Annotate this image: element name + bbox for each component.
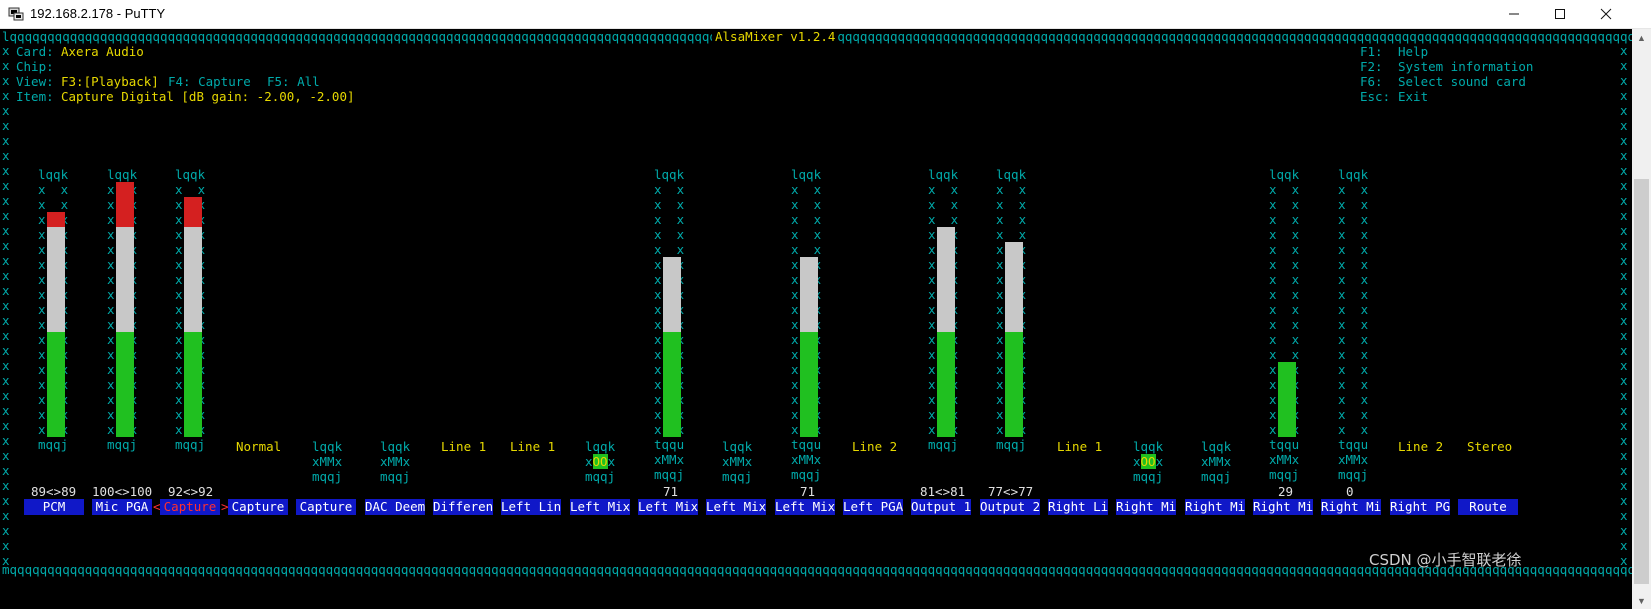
output-1-bar-green[interactable]	[937, 332, 955, 437]
output-1-value: 81<>81	[920, 484, 966, 499]
help-action-f2: System information	[1398, 59, 1534, 74]
channel-label-right-mi-1[interactable]: Right Mi	[1116, 499, 1176, 515]
help-key-f6: F6:	[1360, 74, 1383, 89]
mic-pga-bar-white	[116, 227, 134, 332]
capture-value: 92<>92	[168, 484, 214, 499]
left-mix-2-bar-green[interactable]	[800, 332, 818, 437]
terminal-screen[interactable]: lqqqqqqqqqqqqqqqqqqqqqqqqqqqqqqqqqqqqqqq…	[0, 29, 1632, 609]
output-2-bar-white	[1005, 242, 1023, 332]
item-label: Item:	[16, 89, 54, 104]
chip-label: Chip:	[16, 59, 54, 74]
view-playback[interactable]: F3:[Playback]	[61, 74, 159, 89]
right-li-enum-value[interactable]: Line 1	[1057, 439, 1102, 454]
channel-label-capture-enum[interactable]: Capture	[228, 499, 288, 515]
channel-label-pcm[interactable]: PCM	[24, 499, 84, 515]
putty-icon	[8, 7, 24, 21]
mic-pga-bar-red	[116, 182, 134, 227]
channel-label-left-pga[interactable]: Left PGA	[843, 499, 903, 515]
view-all[interactable]: F5: All	[267, 74, 320, 89]
channel-label-right-pg[interactable]: Right PG	[1390, 499, 1450, 515]
right-mi-oo-switch[interactable]: lqqk xOOx mqqj	[1133, 439, 1163, 484]
right-border: x x x x x x x x x x x x x x x x x x x x …	[1620, 43, 1628, 568]
mic-pga-bar-green[interactable]	[116, 332, 134, 437]
channel-label-output-1[interactable]: Output 1	[911, 499, 971, 515]
left-mix-1-bar-white	[663, 257, 681, 332]
left-mix-oo-switch[interactable]: lqqk xOOx mqqj	[585, 439, 615, 484]
channel-label-dac-deem[interactable]: DAC Deem	[365, 499, 425, 515]
mixer-title: AlsaMixer v1.2.4	[712, 29, 839, 44]
item-value: Capture Digital [dB gain: -2.00, -2.00]	[61, 89, 355, 104]
output-1-bar-white	[937, 227, 955, 332]
capture-bar-white	[184, 227, 202, 332]
card-value: Axera Audio	[61, 44, 144, 59]
right-pg-enum-value[interactable]: Line 2	[1398, 439, 1443, 454]
card-label: Card:	[16, 44, 54, 59]
capture-bar-green[interactable]	[184, 332, 202, 437]
help-key-esc: Esc:	[1360, 89, 1391, 104]
capture-switch[interactable]: lqqk xMMx mqqj	[312, 439, 342, 484]
left-mix-1-bar-green[interactable]	[663, 332, 681, 437]
left-mix-2-value: 71	[800, 484, 816, 499]
left-lin-enum-value[interactable]: Line 1	[510, 439, 555, 454]
view-label: View:	[16, 74, 54, 89]
left-pga-enum-value[interactable]: Line 2	[852, 439, 897, 454]
output-2-bar-green[interactable]	[1005, 332, 1023, 437]
pcm-bar-white	[47, 227, 65, 332]
vertical-scrollbar[interactable]: ▲ ▼	[1632, 29, 1651, 609]
capture-enum-value[interactable]: Normal	[236, 439, 281, 454]
left-mix-1-value: 71	[663, 484, 679, 499]
maximize-icon[interactable]	[1537, 0, 1583, 28]
scroll-down-icon[interactable]: ▼	[1632, 592, 1651, 609]
channel-label-right-mi-2[interactable]: Right Mi	[1185, 499, 1245, 515]
channel-label-left-lin[interactable]: Left Lin	[501, 499, 561, 515]
channel-label-capture-volume[interactable]: Capture	[160, 499, 220, 515]
pcm-bar-red	[47, 212, 65, 227]
channel-label-left-mix-3[interactable]: Left Mix	[706, 499, 766, 515]
scrollbar-thumb[interactable]	[1634, 179, 1649, 584]
help-key-f2: F2:	[1360, 59, 1383, 74]
differen-enum-value[interactable]: Line 1	[441, 439, 486, 454]
minimize-icon[interactable]	[1491, 0, 1537, 28]
window-title: 192.168.2.178 - PuTTY	[30, 6, 166, 21]
route-enum-value[interactable]: Stereo	[1467, 439, 1512, 454]
close-icon[interactable]	[1583, 0, 1629, 28]
left-border: x x x x x x x x x x x x x x x x x x x x …	[2, 43, 10, 568]
help-action-f6: Select sound card	[1398, 74, 1526, 89]
channel-label-mic-pga[interactable]: Mic PGA	[92, 499, 152, 515]
capture-bar-red	[184, 197, 202, 227]
left-mix-mm-switch[interactable]: lqqk xMMx mqqj	[722, 439, 752, 484]
right-mi-0-value: 0	[1346, 484, 1354, 499]
right-mi-mm-switch[interactable]: lqqk xMMx mqqj	[1201, 439, 1231, 484]
view-capture[interactable]: F4: Capture	[168, 74, 251, 89]
channel-label-route[interactable]: Route	[1458, 499, 1518, 515]
channel-label-capture-switch[interactable]: Capture	[296, 499, 356, 515]
help-key-f1: F1:	[1360, 44, 1383, 59]
output-2-value: 77<>77	[988, 484, 1034, 499]
right-mix-29-bar-green[interactable]	[1278, 362, 1296, 437]
window-titlebar: 192.168.2.178 - PuTTY	[0, 0, 1651, 29]
pcm-bar-green[interactable]	[47, 332, 65, 437]
scroll-up-icon[interactable]: ▲	[1632, 29, 1651, 46]
channel-label-left-mix-2[interactable]: Left Mix	[638, 499, 698, 515]
channel-label-output-2[interactable]: Output 2	[980, 499, 1040, 515]
left-mix-2-bar-white	[800, 257, 818, 332]
pcm-value: 89<>89	[31, 484, 77, 499]
channel-label-right-li[interactable]: Right Li	[1048, 499, 1108, 515]
channel-label-left-mix-4[interactable]: Left Mix	[775, 499, 835, 515]
channel-label-left-mix-1[interactable]: Left Mix	[570, 499, 630, 515]
mic-pga-value: 100<>100	[92, 484, 153, 499]
channel-label-differen[interactable]: Differen	[433, 499, 493, 515]
right-mix-0-volume-frame: lqqk x x x x x x x x x x x x x x x x x x…	[1338, 167, 1369, 482]
dac-deem-switch[interactable]: lqqk xMMx mqqj	[380, 439, 410, 484]
right-mi-29-value: 29	[1278, 484, 1294, 499]
watermark: CSDN @小手智联老徐	[1369, 551, 1522, 569]
channel-label-right-mi-3[interactable]: Right Mi	[1253, 499, 1313, 515]
help-action-f1: Help	[1398, 44, 1429, 59]
channel-label-right-mi-4[interactable]: Right Mi	[1321, 499, 1381, 515]
help-action-esc: Exit	[1398, 89, 1429, 104]
